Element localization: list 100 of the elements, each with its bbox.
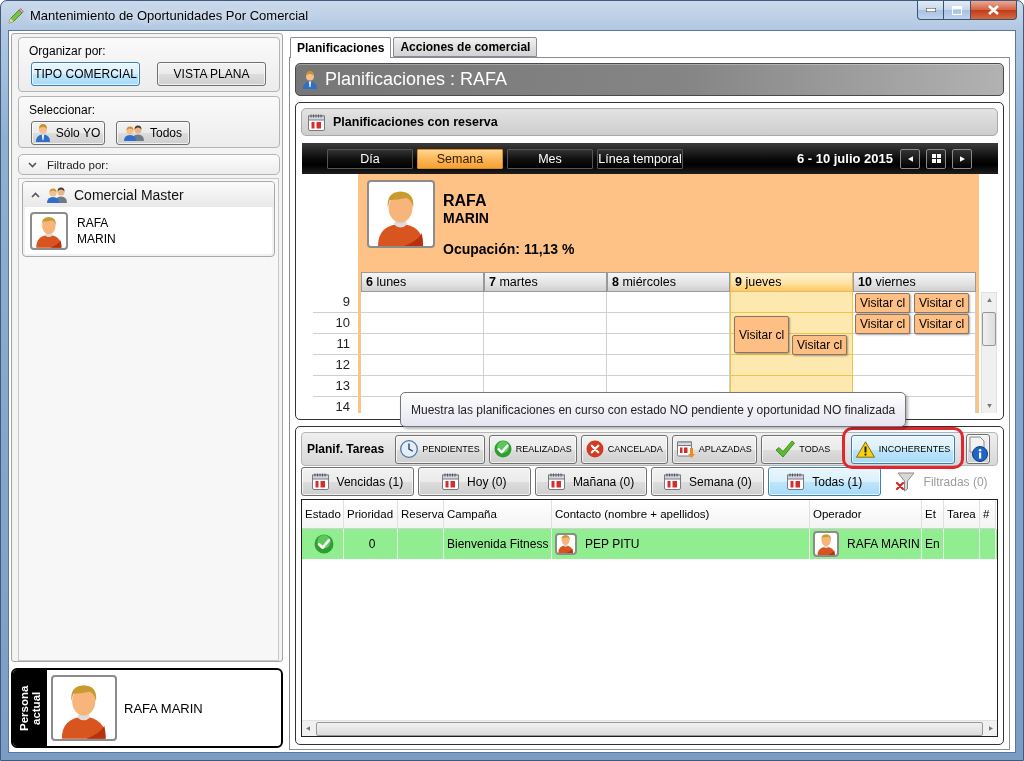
tree-item[interactable]: RAFA MARIN xyxy=(25,207,272,254)
down-arrow-icon xyxy=(986,404,992,408)
period-filter-button[interactable]: Mañana (0) xyxy=(534,467,648,496)
last-name: MARIN xyxy=(77,230,116,247)
appointment[interactable]: Visitar cl xyxy=(792,335,847,355)
status-filter-button[interactable]: TODAS xyxy=(760,434,845,464)
select-button[interactable]: Sólo YO xyxy=(31,121,105,145)
filter-label: Filtrado por: xyxy=(47,158,109,171)
contact-name: PEP PITU xyxy=(585,537,640,551)
view-button[interactable]: Línea temporal xyxy=(597,148,683,169)
filter-bar[interactable]: Filtrado por: xyxy=(18,154,280,175)
group-title: Comercial Master xyxy=(74,186,184,203)
day-header[interactable]: 9 jueves xyxy=(730,272,853,292)
tab[interactable]: Acciones de comercial xyxy=(393,37,538,57)
column-header[interactable]: Operador xyxy=(810,500,922,529)
status-filter-button[interactable]: INCOHERENTES xyxy=(850,434,956,464)
group-icon xyxy=(124,125,144,141)
grid-icon xyxy=(931,154,941,163)
select-button[interactable]: Todos xyxy=(116,121,190,145)
first-name: RAFA xyxy=(77,214,109,231)
close-button[interactable] xyxy=(971,1,1017,20)
funnel-icon xyxy=(895,471,916,492)
clock-icon xyxy=(400,440,419,458)
period-filter-button[interactable]: Todas (1) xyxy=(768,467,882,496)
calendar-title: Planificaciones con reserva xyxy=(333,115,498,129)
check-circle-icon xyxy=(493,440,512,458)
header-title: Planificaciones : RAFA xyxy=(325,69,508,90)
column-header[interactable]: Estado xyxy=(302,500,344,529)
appointment[interactable]: Visitar cl xyxy=(855,314,910,334)
appointment[interactable]: Visitar cl xyxy=(855,293,910,313)
pencil-icon xyxy=(8,7,24,24)
close-icon xyxy=(988,5,999,15)
table-cell: En xyxy=(922,529,944,559)
period-filter-button[interactable]: Hoy (0) xyxy=(417,467,531,496)
right-arrow-icon xyxy=(989,726,993,731)
card-side-label: Persona actual xyxy=(13,670,47,746)
group-icon xyxy=(47,186,67,203)
appointment[interactable]: Visitar cl xyxy=(914,293,969,313)
check-icon xyxy=(775,440,796,458)
calendar-picker-button[interactable] xyxy=(926,148,946,169)
day-header[interactable]: 10 viernes xyxy=(853,272,976,292)
warning-icon xyxy=(855,440,875,458)
avatar-icon xyxy=(30,211,68,250)
maximize-icon xyxy=(952,5,962,15)
status-filter-button[interactable]: PENDIENTES xyxy=(395,434,485,464)
status-filter-button[interactable]: CANCELADA xyxy=(580,434,668,464)
scrollbar-thumb[interactable] xyxy=(982,312,996,346)
maximize-button[interactable] xyxy=(944,1,971,20)
column-header[interactable]: Tarea xyxy=(944,500,980,529)
day-header[interactable]: 7 martes xyxy=(484,272,607,292)
table-row[interactable]: 0 Bienvenida Fitness PEP PITU RAFA MARIN En xyxy=(302,529,997,559)
appointment[interactable]: Visitar cl xyxy=(914,314,969,334)
day-header[interactable]: 6 lunes xyxy=(361,272,484,292)
calendar-icon xyxy=(664,473,682,490)
view-button[interactable]: Día xyxy=(327,148,413,169)
date-range: 6 - 10 julio 2015 xyxy=(796,151,893,166)
column-header[interactable]: Prioridad xyxy=(344,500,398,529)
person-icon xyxy=(303,70,317,89)
toggle-button[interactable]: VISTA PLANA xyxy=(157,62,266,86)
calendar-icon xyxy=(787,473,805,490)
minimize-button[interactable] xyxy=(917,1,944,20)
resource-first-name: RAFA xyxy=(443,192,487,210)
window-title: Mantenimiento de Oportunidades Por Comercial xyxy=(30,8,309,23)
left-arrow-icon xyxy=(907,155,913,162)
appointment[interactable]: Visitar cl xyxy=(734,316,789,353)
tooltip: Muestra las planificaciones en curso con estado NO pendiente y oportunidad NO finalizada xyxy=(400,392,907,427)
status-filter-button[interactable]: REALIZADAS xyxy=(488,434,577,464)
left-arrow-icon xyxy=(306,726,310,731)
status-filter-button[interactable]: APLAZADAS xyxy=(671,434,757,464)
section-label: Organizar por: xyxy=(29,44,106,58)
toggle-button[interactable]: TIPO COMERCIAL xyxy=(31,62,140,86)
period-filter-button[interactable]: Vencidas (1) xyxy=(301,467,414,496)
calendar-icon xyxy=(442,473,460,490)
info-button[interactable] xyxy=(966,434,991,464)
tab[interactable]: Planificaciones xyxy=(290,37,392,58)
previous-button[interactable] xyxy=(900,148,920,169)
vertical-scrollbar[interactable] xyxy=(981,292,997,413)
column-header[interactable]: Campaña xyxy=(444,500,552,529)
day-header[interactable]: 8 miércoles xyxy=(607,272,730,292)
calendar-icon xyxy=(547,473,565,490)
cancel-icon xyxy=(585,440,604,458)
next-button[interactable] xyxy=(952,148,972,169)
avatar-icon xyxy=(367,180,435,248)
day-column[interactable]: Visitar cl Visitar cl Visitar cl Visitar cl xyxy=(853,292,976,397)
avatar-icon xyxy=(555,533,577,555)
period-filter-button[interactable]: Semana (0) xyxy=(651,467,765,496)
person-icon xyxy=(35,124,50,142)
tasks-label: Planif. Tareas xyxy=(307,442,385,456)
table-cell: 0 xyxy=(344,529,398,559)
operator-name: RAFA MARIN xyxy=(847,537,920,551)
view-button[interactable]: Semana xyxy=(417,148,503,169)
check-circle-icon xyxy=(314,534,334,554)
group-header[interactable]: Comercial Master xyxy=(23,182,274,207)
view-button[interactable]: Mes xyxy=(507,148,593,169)
column-header[interactable]: Et xyxy=(922,500,944,529)
column-header[interactable]: # xyxy=(980,500,996,529)
calendar-icon xyxy=(308,113,325,131)
column-header[interactable]: Reserva xyxy=(398,500,444,529)
column-header[interactable]: Contacto (nombre + apellidos) xyxy=(552,500,810,529)
section-label: Seleccionar: xyxy=(29,103,96,117)
